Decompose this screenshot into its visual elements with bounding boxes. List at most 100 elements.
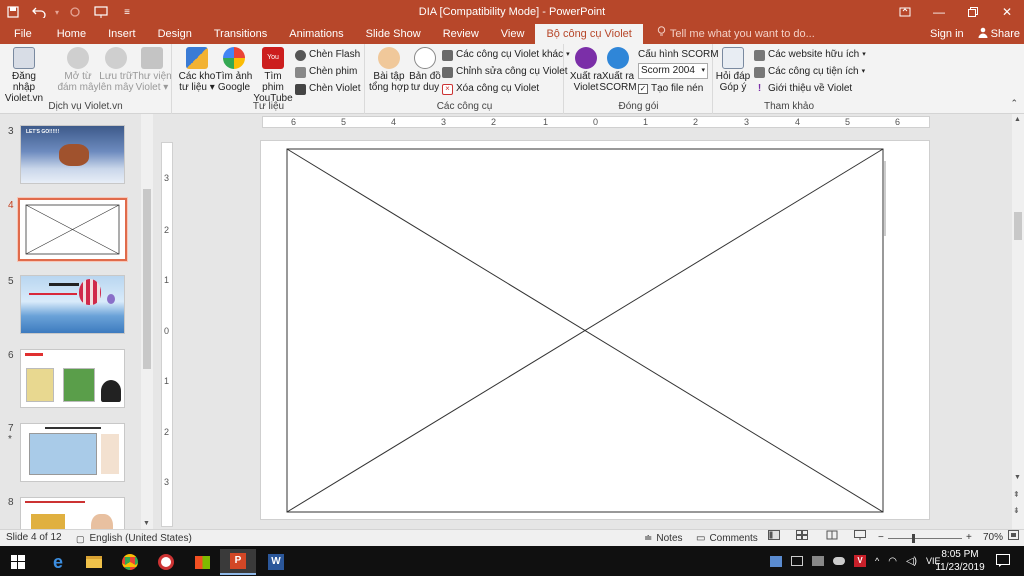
word-taskbar-icon[interactable]: W [258, 549, 294, 575]
xoa-cong-cu-violet-button[interactable]: × Xóa công cụ Violet [442, 81, 539, 97]
cloud-tray-icon[interactable] [833, 557, 845, 565]
image-placeholder-shape[interactable] [261, 141, 931, 521]
edge-browser-icon[interactable]: e [40, 549, 76, 575]
monitor-icon[interactable] [791, 556, 803, 566]
cac-cong-cu-khac-label: Các công cụ Violet khác [456, 49, 564, 60]
ribbon-display-options-icon[interactable] [888, 0, 922, 24]
thumb-7-animation-star: * [8, 434, 12, 445]
reading-view-icon[interactable] [826, 530, 838, 547]
slide-thumbnail-3[interactable]: LET'S GO!!!!!! [20, 125, 125, 184]
current-slide[interactable] [260, 140, 930, 520]
network-app-icon[interactable] [770, 555, 782, 567]
slide-thumbnail-7[interactable] [20, 423, 125, 482]
tab-view[interactable]: View [490, 24, 536, 44]
ccleaner-icon[interactable] [148, 549, 184, 575]
powerpoint-taskbar-icon[interactable]: P [220, 549, 256, 575]
minimize-icon[interactable]: — [922, 0, 956, 24]
slide-thumbnail-4[interactable] [17, 197, 128, 262]
thumbnails-scroll-down-icon[interactable]: ▼ [143, 520, 150, 527]
restore-icon[interactable] [956, 0, 990, 24]
tab-review[interactable]: Review [432, 24, 490, 44]
language-indicator[interactable]: ▢ English (United States) [76, 530, 192, 547]
chrome-icon[interactable] [112, 549, 148, 575]
tab-file[interactable]: File [0, 24, 46, 44]
cac-cong-cu-tien-ich-button[interactable]: Các công cụ tiện ích ▾ [754, 64, 865, 80]
tab-transitions[interactable]: Transitions [203, 24, 278, 44]
tim-phim-youtube-button[interactable]: You Tìm phim YouTube [253, 47, 293, 104]
violet-tray-icon[interactable]: V [854, 555, 866, 567]
cac-kho-tu-lieu-button[interactable]: Các kho tư liệu ▾ [177, 47, 217, 93]
app-tray-icon[interactable] [812, 556, 824, 566]
wifi-icon[interactable]: ◠ [888, 556, 897, 567]
chen-flash-button[interactable]: Chèn Flash [295, 47, 360, 63]
tab-home[interactable]: Home [46, 24, 97, 44]
customize-qat-icon[interactable]: ≡ [114, 0, 140, 24]
bai-tap-tong-hop-button[interactable]: Bài tập tổng hợp [368, 47, 410, 93]
file-explorer-icon[interactable] [76, 549, 112, 575]
gioi-thieu-violet-button[interactable]: ! Giới thiệu về Violet [754, 81, 852, 97]
start-from-beginning-icon[interactable] [88, 0, 114, 24]
next-slide-icon[interactable]: ⇟ [1013, 506, 1020, 515]
zoom-slider[interactable] [888, 530, 962, 547]
slide-sorter-icon[interactable] [796, 530, 808, 547]
store-icon[interactable] [184, 549, 220, 575]
slide-thumbnail-5[interactable] [20, 275, 125, 334]
redo-icon[interactable] [62, 0, 88, 24]
tell-me-box[interactable]: Tell me what you want to do... [643, 24, 815, 44]
previous-slide-icon[interactable]: ⇞ [1013, 490, 1020, 499]
scroll-down-icon[interactable]: ▼ [1014, 474, 1021, 481]
sign-in-link[interactable]: Sign in [930, 28, 964, 40]
zoom-level[interactable]: 70% [983, 530, 1003, 547]
tab-animations[interactable]: Animations [278, 24, 354, 44]
clock[interactable]: 8:05 PM 11/23/2019 [932, 548, 988, 574]
tab-design[interactable]: Design [147, 24, 203, 44]
notes-button[interactable]: ≐ Notes [644, 530, 683, 547]
tab-slide-show[interactable]: Slide Show [355, 24, 432, 44]
tab-insert[interactable]: Insert [97, 24, 147, 44]
collapse-ribbon-icon[interactable]: ⌃ [1010, 98, 1018, 109]
volume-icon[interactable]: ◁) [906, 556, 917, 567]
undo-icon[interactable] [26, 0, 52, 24]
group-label-tu-lieu: Tư liệu [252, 101, 285, 112]
save-icon[interactable] [0, 0, 26, 24]
zoom-out-icon[interactable]: − [878, 530, 884, 547]
slide-thumbnail-8[interactable] [20, 497, 125, 529]
zoom-in-icon[interactable]: + [966, 530, 972, 547]
cac-cong-cu-violet-khac-button[interactable]: Các công cụ Violet khác ▾ [442, 47, 570, 63]
xuat-ra-scorm-button[interactable]: Xuất ra SCORM [599, 47, 637, 93]
comments-button[interactable]: ▭ Comments [696, 530, 758, 547]
scorm-version-select[interactable]: Scorm 2004 ▾ [638, 63, 708, 79]
zoom-slider-handle[interactable] [912, 534, 915, 543]
thumbnails-scrollbar[interactable]: ▼ [141, 114, 153, 529]
slide-vertical-scrollbar[interactable]: ▲ ▼ ⇞ ⇟ [1012, 114, 1024, 529]
undo-dropdown-icon[interactable]: ▾ [52, 0, 62, 24]
ruler-v-2-bottom: 2 [164, 427, 170, 437]
fit-slide-icon[interactable] [1008, 530, 1019, 547]
tao-file-nen-checkbox[interactable]: ✓ Tạo file nén [638, 81, 703, 97]
normal-view-icon[interactable] [768, 530, 780, 547]
cac-website-huu-ich-button[interactable]: Các website hữu ích ▾ [754, 47, 866, 63]
chinh-sua-cong-cu-violet-button[interactable]: Chỉnh sửa công cụ Violet [442, 64, 568, 80]
notification-icon[interactable] [996, 554, 1010, 570]
slide-show-icon[interactable] [854, 530, 866, 547]
check-icon: ✓ [638, 84, 648, 94]
ban-do-tu-duy-button[interactable]: Bản đồ tư duy [406, 47, 444, 93]
slide-thumbnail-6[interactable] [20, 349, 125, 408]
close-icon[interactable]: ✕ [990, 0, 1024, 24]
share-button[interactable]: Share [978, 27, 1020, 41]
chevron-down-icon: ▾ [701, 67, 705, 74]
show-hidden-icons-icon[interactable]: ^ [875, 556, 879, 566]
chen-phim-button[interactable]: Chèn phim [295, 64, 357, 80]
thumbnails-scroll-thumb[interactable] [143, 189, 151, 369]
edit-grid-icon [442, 66, 453, 78]
thu-vien-violet-button[interactable]: Thư viện Violet ▾ [130, 47, 174, 93]
hoi-dap-gop-y-button[interactable]: Hỏi đáp Góp ý [714, 47, 752, 93]
website-label: Các website hữu ích [768, 49, 860, 60]
tab-bo-cong-cu-violet[interactable]: Bộ công cụ Violet [535, 24, 643, 44]
dang-nhap-button[interactable]: Đăng nhập Violet.vn [2, 47, 46, 104]
scroll-up-icon[interactable]: ▲ [1014, 116, 1021, 123]
slide-scroll-thumb[interactable] [1014, 212, 1022, 240]
tim-anh-google-button[interactable]: Tìm ảnh Google [215, 47, 253, 93]
windows-start-icon[interactable] [0, 549, 36, 575]
chen-violet-button[interactable]: Chèn Violet [295, 81, 361, 97]
